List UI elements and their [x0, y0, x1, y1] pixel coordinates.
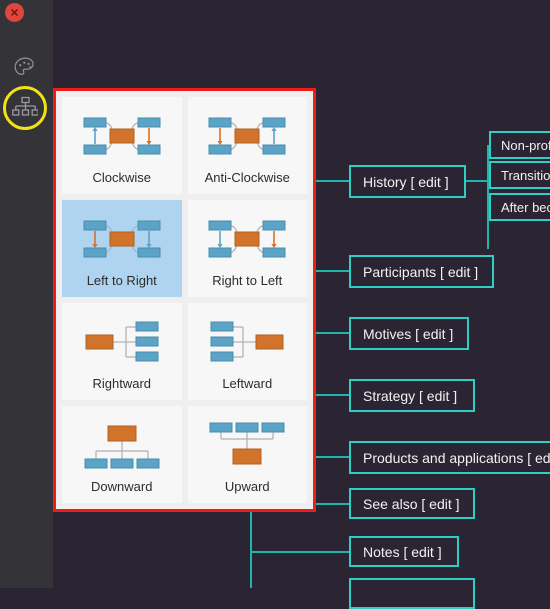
leftward-diagram-icon [210, 321, 284, 362]
node-label: Participants [ edit ] [363, 263, 479, 280]
layout-option-label: Leftward [222, 376, 273, 391]
node-label: Notes [ edit ] [363, 543, 442, 560]
right-to-left-diagram-icon [208, 220, 286, 258]
layout-option-label: Clockwise [92, 170, 151, 185]
layout-option-label: Left to Right [86, 273, 157, 288]
layout-option-label: Downward [91, 479, 153, 494]
layout-option-label: Right to Left [212, 273, 283, 288]
mindmap-node-history[interactable]: History [ edit ] [349, 165, 466, 198]
rightward-diagram-icon [85, 321, 159, 362]
toolbar-item-theme[interactable] [9, 52, 41, 84]
hierarchy-icon [12, 96, 38, 116]
left-toolbar [0, 0, 53, 588]
mindmap-child-node-non-profit[interactable]: Non-profi [489, 131, 550, 159]
anti-clockwise-diagram-icon [208, 117, 286, 155]
layout-option-upward[interactable]: Upward [187, 406, 307, 503]
downward-diagram-icon [84, 425, 160, 469]
node-label: After bec [501, 199, 550, 215]
left-to-right-diagram-icon [83, 220, 161, 258]
mindmap-node-products-and-applications[interactable]: Products and applications [ edit ] [349, 441, 550, 474]
mindmap-node-strategy[interactable]: Strategy [ edit ] [349, 379, 475, 412]
connector-history-branch [466, 180, 489, 182]
mindmap-node-participants[interactable]: Participants [ edit ] [349, 255, 494, 288]
node-label: History [ edit ] [363, 173, 449, 190]
node-label: Motives [ edit ] [363, 325, 454, 342]
layout-option-downward[interactable]: Downward [62, 406, 182, 503]
layout-option-anti-clockwise[interactable]: Anti-Clockwise [187, 97, 307, 194]
close-icon [11, 9, 18, 16]
node-label: Products and applications [ edit ] [363, 449, 550, 466]
mindmap-node-motives[interactable]: Motives [ edit ] [349, 317, 469, 350]
layout-option-label: Rightward [92, 376, 152, 391]
close-button[interactable] [5, 3, 24, 22]
upward-diagram-icon [209, 422, 285, 465]
layout-option-leftward[interactable]: Leftward [187, 303, 307, 400]
node-label: Non-profi [501, 137, 550, 153]
mindmap-node-partial[interactable] [349, 578, 475, 609]
layout-option-label: Upward [224, 479, 270, 494]
layout-option-right-to-left[interactable]: Right to Left [187, 200, 307, 297]
palette-icon [14, 57, 34, 75]
layout-option-rightward[interactable]: Rightward [62, 303, 182, 400]
node-label: See also [ edit ] [363, 495, 460, 512]
mindmap-node-notes[interactable]: Notes [ edit ] [349, 536, 459, 567]
mindmap-child-node-transition[interactable]: Transition [489, 161, 550, 189]
layout-option-left-to-right[interactable]: Left to Right [62, 200, 182, 297]
mindmap-child-node-after-becoming[interactable]: After bec [489, 193, 550, 221]
node-label: Transition [501, 167, 550, 183]
node-label: Strategy [ edit ] [363, 387, 458, 404]
connector-notes [250, 551, 349, 553]
layout-option-label: Anti-Clockwise [204, 170, 290, 185]
layout-picker-panel: Clockwise Anti-Clockwise Left to Right R… [53, 88, 316, 512]
clockwise-diagram-icon [83, 117, 161, 155]
mindmap-node-see-also[interactable]: See also [ edit ] [349, 488, 475, 519]
toolbar-item-layout[interactable] [9, 92, 41, 124]
layout-option-clockwise[interactable]: Clockwise [62, 97, 182, 194]
